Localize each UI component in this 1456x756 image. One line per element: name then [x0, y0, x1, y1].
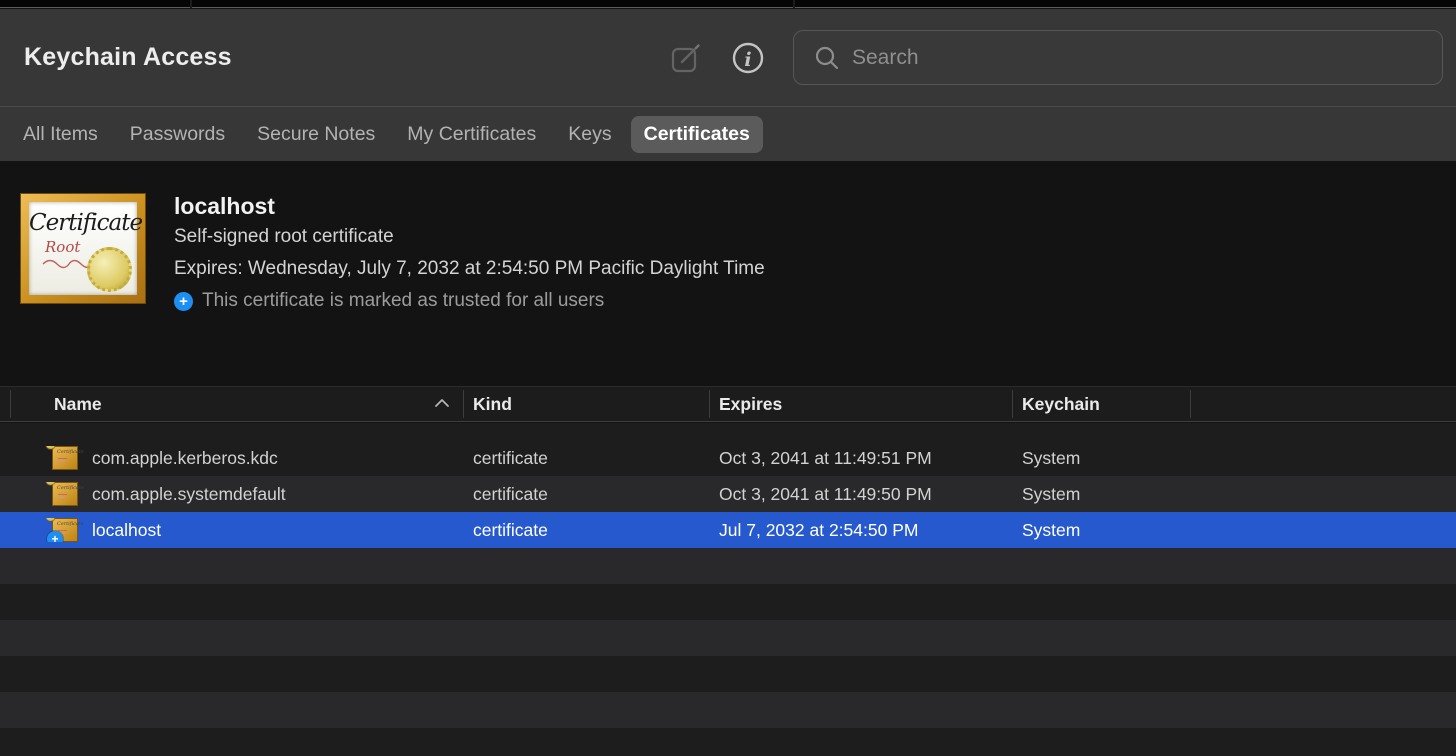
trust-status: + This certificate is marked as trusted …: [174, 285, 765, 317]
info-icon: i: [731, 41, 765, 75]
tab-certificates[interactable]: Certificates: [631, 116, 763, 153]
tab-keys[interactable]: Keys: [568, 123, 611, 146]
chevron-up-icon: [434, 398, 450, 408]
empty-row[interactable]: [0, 584, 1456, 620]
column-header-expires[interactable]: Expires: [710, 394, 1013, 415]
empty-row[interactable]: [0, 548, 1456, 584]
empty-row[interactable]: [0, 620, 1456, 656]
toolbar-right: i: [669, 9, 1456, 106]
empty-row[interactable]: [0, 728, 1456, 756]
column-divider[interactable]: [1012, 390, 1013, 418]
row-name-label: com.apple.kerberos.kdc: [92, 448, 278, 469]
column-divider[interactable]: [463, 390, 464, 418]
compose-icon: [669, 41, 703, 75]
list-top-spacer: [0, 423, 1456, 440]
column-divider[interactable]: [10, 390, 11, 418]
column-divider[interactable]: [709, 390, 710, 418]
window-title: Keychain Access: [24, 43, 232, 72]
cell-keychain: System: [1013, 520, 1190, 541]
certificate-root-icon: Certificate Root: [20, 193, 146, 304]
table-row[interactable]: Certificate com.apple.systemdefaultcerti…: [0, 476, 1456, 512]
svg-text:i: i: [744, 49, 751, 71]
certificate-type: Self-signed root certificate: [174, 221, 765, 253]
cell-kind: certificate: [464, 484, 710, 505]
screen-top-edge: [0, 0, 1456, 8]
window-seam: [190, 0, 192, 8]
cell-expires: Oct 3, 2041 at 11:49:51 PM: [710, 448, 1013, 469]
certificate-list: Certificate com.apple.kerberos.kdccertif…: [0, 423, 1456, 756]
certificate-icon: Certificate: [52, 446, 78, 470]
table-row[interactable]: Certificate com.apple.kerberos.kdccertif…: [0, 440, 1456, 476]
window-seam: [793, 0, 795, 8]
cell-name: Certificate + localhost: [0, 518, 464, 542]
column-header-keychain[interactable]: Keychain: [1013, 394, 1190, 415]
cell-expires: Oct 3, 2041 at 11:49:50 PM: [710, 484, 1013, 505]
search-input[interactable]: [852, 46, 1442, 70]
tab-passwords[interactable]: Passwords: [130, 123, 225, 146]
cell-name: Certificate com.apple.systemdefault: [0, 482, 464, 506]
search-field[interactable]: [793, 30, 1443, 85]
cell-expires: Jul 7, 2032 at 2:54:50 PM: [710, 520, 1013, 541]
empty-row[interactable]: [0, 692, 1456, 728]
cell-keychain: System: [1013, 484, 1190, 505]
search-icon: [814, 45, 840, 71]
cell-kind: certificate: [464, 520, 710, 541]
cell-keychain: System: [1013, 448, 1190, 469]
keychain-access-window: Keychain Access i: [0, 0, 1456, 756]
new-item-button[interactable]: [669, 41, 703, 75]
row-name-label: localhost: [92, 520, 161, 541]
certificate-icon: Certificate: [52, 482, 78, 506]
column-divider[interactable]: [1190, 390, 1191, 418]
toolbar: Keychain Access i: [0, 9, 1456, 107]
trust-status-label: This certificate is marked as trusted fo…: [202, 285, 604, 317]
tab-all-items[interactable]: All Items: [23, 123, 98, 146]
row-name-label: com.apple.systemdefault: [92, 484, 286, 505]
certificate-detail-panel: Certificate Root localhost Self-signed r…: [0, 161, 1456, 386]
info-button[interactable]: i: [731, 41, 765, 75]
column-header-name[interactable]: Name: [0, 394, 464, 415]
plus-badge-icon: +: [47, 531, 63, 542]
certificate-icon: Certificate +: [52, 518, 78, 542]
table-row[interactable]: Certificate + localhost certificateJul 7, …: [0, 512, 1456, 548]
gold-seal: [87, 247, 132, 292]
certificate-summary: localhost Self-signed root certificate E…: [174, 191, 765, 317]
column-header-kind[interactable]: Kind: [464, 394, 710, 415]
category-tabs: All Items Passwords Secure Notes My Certifi…: [0, 107, 1456, 161]
tab-my-certificates[interactable]: My Certificates: [407, 123, 536, 146]
certificate-name: localhost: [174, 191, 765, 221]
certificate-expiry: Expires: Wednesday, July 7, 2032 at 2:54…: [174, 253, 765, 285]
empty-row[interactable]: [0, 656, 1456, 692]
tab-secure-notes[interactable]: Secure Notes: [257, 123, 375, 146]
cell-name: Certificate com.apple.kerberos.kdc: [0, 446, 464, 470]
cell-kind: certificate: [464, 448, 710, 469]
table-header: Name Kind Expires Keychain: [0, 386, 1456, 422]
plus-badge-icon: +: [174, 292, 193, 311]
